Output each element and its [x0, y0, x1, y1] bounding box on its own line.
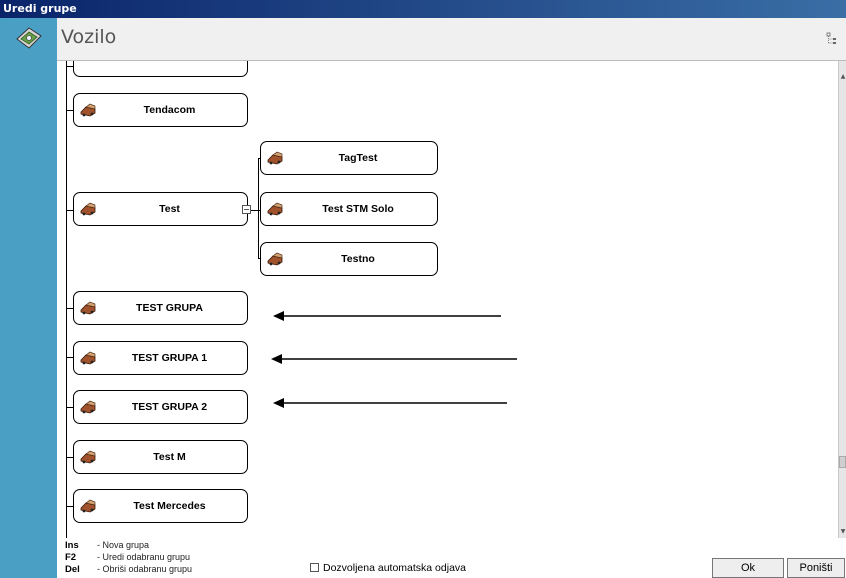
tree-node-test[interactable]: Test	[73, 192, 248, 226]
tree-node-test-m[interactable]: Test M	[73, 440, 248, 474]
shortcut-desc: - Nova grupa	[97, 540, 150, 550]
vehicle-icon	[267, 151, 283, 165]
tree-node-label: Test STM Solo	[322, 203, 394, 215]
tree-connector	[66, 110, 73, 111]
tree-node-label: Test M	[153, 451, 186, 463]
tree-node-test-mercedes[interactable]: Test Mercedes	[73, 489, 248, 523]
tree-connector	[66, 506, 73, 507]
tree-node-label: TEST GRUPA 2	[131, 401, 208, 413]
ok-button[interactable]: Ok	[712, 558, 784, 578]
vehicle-icon	[80, 400, 96, 414]
tree-node-tagtest[interactable]: TagTest	[260, 141, 438, 175]
tree-node[interactable]	[73, 61, 248, 77]
tree-node-test-grupa-2[interactable]: TEST GRUPA 2	[73, 390, 248, 424]
tree-node-tendacom[interactable]: Tendacom	[73, 93, 248, 127]
scroll-up-arrow-icon[interactable]: ▲	[839, 73, 846, 81]
shortcut-key: F2	[65, 552, 77, 563]
group-tree-view[interactable]: Tendacom Test − TagTest Test STM Solo Te…	[57, 61, 846, 538]
scroll-down-arrow-icon[interactable]: ▼	[839, 528, 846, 536]
left-side-strip	[0, 61, 57, 578]
tree-connector	[66, 407, 73, 408]
tree-node-label: Testno	[341, 253, 375, 265]
vehicle-icon	[80, 351, 96, 365]
vehicle-icon	[80, 103, 96, 117]
tree-node-testno[interactable]: Testno	[260, 242, 438, 276]
tree-connector	[66, 357, 73, 358]
annotation-arrow	[273, 398, 507, 408]
auto-logout-label: Dozvoljena automatska odjava	[323, 562, 467, 574]
tree-connector	[66, 210, 73, 211]
annotation-arrow	[271, 354, 517, 364]
tree-connector	[66, 457, 73, 458]
window-titlebar: Uredi grupe	[0, 0, 846, 18]
vertical-scrollbar[interactable]: ▲ ▼	[838, 61, 846, 538]
shortcut-desc: - Obriši odabranu grupu	[97, 564, 193, 574]
tree-connector	[66, 308, 73, 309]
tree-node-label: TEST GRUPA 1	[131, 352, 208, 364]
tree-node-test-stm-solo[interactable]: Test STM Solo	[260, 192, 438, 226]
edit-groups-window: Uredi grupe Vozilo Tendacom Test − TagTe…	[0, 0, 846, 578]
vehicle-icon	[80, 499, 96, 513]
annotation-arrow	[273, 311, 501, 321]
tree-trunk-line	[66, 61, 67, 538]
vehicle-icon	[80, 301, 96, 315]
vehicle-icon	[80, 202, 96, 216]
child-trunk-line	[258, 158, 259, 258]
vehicle-icon	[80, 450, 96, 464]
auto-logout-option[interactable]: Dozvoljena automatska odjava	[310, 562, 466, 574]
auto-logout-checkbox[interactable]	[310, 563, 319, 572]
shortcut-desc: - Uredi odabranu grupu	[97, 552, 191, 562]
tree-node-label: Test Mercedes	[133, 500, 206, 512]
collapse-toggle[interactable]: −	[242, 205, 251, 214]
footer-bar: Ins - Nova grupa F2 - Uredi odabranu gru…	[57, 538, 846, 578]
header-icon-cell	[0, 18, 57, 61]
shortcut-key: Ins	[65, 540, 79, 551]
tree-node-label: Test	[159, 203, 180, 215]
vehicle-icon	[267, 202, 283, 216]
shortcut-key: Del	[65, 564, 80, 575]
tree-node-test-grupa-1[interactable]: TEST GRUPA 1	[73, 341, 248, 375]
vehicle-icon	[267, 252, 283, 266]
scrollbar-thumb[interactable]	[839, 456, 846, 468]
tree-connector	[66, 66, 73, 67]
tree-node-label	[96, 61, 243, 76]
vehicle-group-icon	[16, 27, 42, 49]
page-title: Vozilo	[61, 26, 117, 48]
cancel-button[interactable]: Poništi	[787, 558, 845, 578]
tree-node-label: TEST GRUPA	[136, 302, 203, 314]
tree-node-test-grupa[interactable]: TEST GRUPA	[73, 291, 248, 325]
tree-node-label: TagTest	[338, 152, 378, 164]
tree-node-label: Tendacom	[143, 104, 196, 116]
header-bar: Vozilo	[0, 18, 846, 61]
tree-toggle-icon[interactable]	[826, 32, 838, 46]
